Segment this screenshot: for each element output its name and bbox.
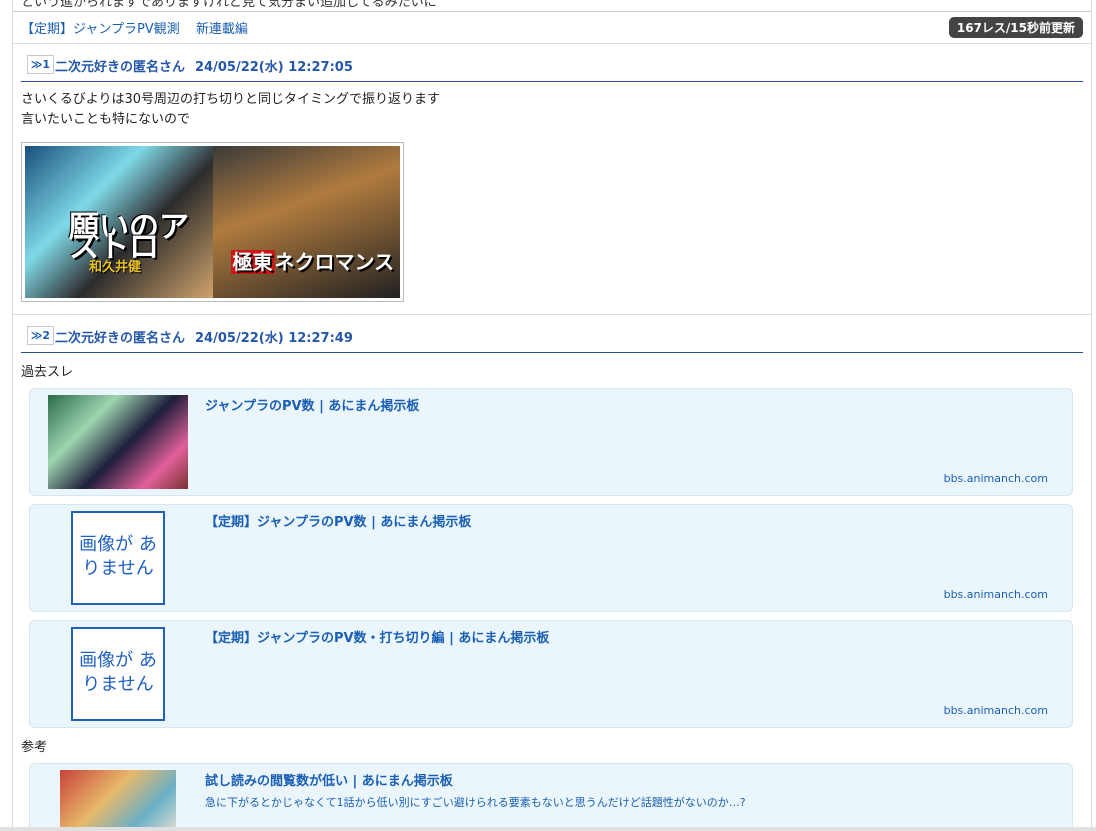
- post-attached-image[interactable]: 願いのアストロ 和久井健 極東 ネクロマンス: [21, 142, 404, 302]
- reply-count-badge: 167レス/15秒前更新: [948, 17, 1083, 38]
- post-header: ≫1 二次元好きの匿名さん 24/05/22(水) 12:27:05: [21, 44, 1083, 82]
- post-header: ≫2 二次元好きの匿名さん 24/05/22(水) 12:27:49: [21, 315, 1083, 353]
- post-author: 二次元好きの匿名さん: [55, 60, 186, 75]
- section-label-past-threads: 過去スレ: [21, 365, 74, 380]
- link-card-title[interactable]: 【定期】ジャンプラのPV数・打ち切り編 | あにまん掲示板: [205, 627, 549, 646]
- link-card-thumbnail: [48, 770, 188, 831]
- nav-links: 【定期】ジャンプラPV観測 新連載編: [21, 18, 260, 37]
- post-line: さいくるびよりは30号周辺の打ち切りと同じタイミングで振り返ります: [21, 92, 441, 107]
- link-card-domain: bbs.animanch.com: [943, 704, 1048, 717]
- manga-title-left: 願いのアストロ: [69, 210, 189, 265]
- nav-link-thread-title[interactable]: 【定期】ジャンプラPV観測: [21, 22, 180, 37]
- post-meta: 二次元好きの匿名さん 24/05/22(水) 12:27:05: [55, 56, 353, 75]
- post-2: ≫2 二次元好きの匿名さん 24/05/22(水) 12:27:49 過去スレ ジ…: [13, 315, 1091, 831]
- top-strip: という進かられますでありますけれど見て気分まい追加してるみたいに: [13, 0, 1091, 12]
- post-number-button[interactable]: ≫1: [27, 55, 54, 74]
- section-label-reference: 参考: [21, 740, 48, 755]
- manga-title-right-main: ネクロマンス: [274, 250, 395, 274]
- horizontal-scrollbar[interactable]: [0, 827, 1096, 831]
- no-image-placeholder-icon: 画像が ありません: [71, 511, 165, 605]
- top-strip-text: という進かられますでありますけれど見て気分まい追加してるみたいに: [21, 0, 437, 10]
- link-card-domain: bbs.animanch.com: [943, 472, 1048, 485]
- nav-link-new-series[interactable]: 新連載編: [196, 22, 248, 37]
- manga-title-right-red: 極東: [230, 250, 275, 274]
- post-body: さいくるびよりは30号周辺の打ち切りと同じタイミングで振り返ります 言いたいこと…: [13, 82, 1091, 314]
- link-card-thumbnail: [48, 395, 188, 489]
- post-meta: 二次元好きの匿名さん 24/05/22(水) 12:27:49: [55, 327, 353, 346]
- thumbnail-image: [60, 770, 176, 831]
- post-date: 24/05/22(水) 12:27:05: [195, 60, 353, 75]
- no-image-placeholder-icon: 画像が ありません: [71, 627, 165, 721]
- thread-page: という進かられますでありますけれど見て気分まい追加してるみたいに 【定期】ジャン…: [12, 0, 1092, 831]
- link-card-title[interactable]: 【定期】ジャンプラのPV数 | あにまん掲示板: [205, 511, 471, 530]
- thumbnail-image: [48, 395, 188, 489]
- link-card-1[interactable]: ジャンプラのPV数 | あにまん掲示板 bbs.animanch.com: [29, 388, 1073, 496]
- link-card-title[interactable]: ジャンプラのPV数 | あにまん掲示板: [205, 395, 419, 414]
- post-1: ≫1 二次元好きの匿名さん 24/05/22(水) 12:27:05 さいくるびよ…: [13, 44, 1091, 315]
- manga-title-right: 極東 ネクロマンス: [230, 250, 395, 274]
- link-card-description: 急に下がるとかじゃなくて1話から低い別にすごい避けられる要素もないと思うんだけど…: [205, 796, 746, 809]
- post-author: 二次元好きの匿名さん: [55, 331, 186, 346]
- manga-panel-right: 極東 ネクロマンス: [212, 146, 400, 298]
- post-line: 言いたいことも特にないので: [21, 112, 191, 127]
- link-card-2[interactable]: 画像が ありません 【定期】ジャンプラのPV数 | あにまん掲示板 bbs.an…: [29, 504, 1073, 612]
- manga-author-left: 和久井健: [89, 260, 142, 275]
- link-card-3[interactable]: 画像が ありません 【定期】ジャンプラのPV数・打ち切り編 | あにまん掲示板 …: [29, 620, 1073, 728]
- link-card-reference[interactable]: 試し読みの閲覧数が低い | あにまん掲示板 急に下がるとかじゃなくて1話から低い…: [29, 763, 1073, 831]
- manga-banner-image: 願いのアストロ 和久井健 極東 ネクロマンス: [25, 146, 400, 298]
- post-number-button[interactable]: ≫2: [27, 326, 54, 345]
- link-card-domain: bbs.animanch.com: [943, 588, 1048, 601]
- post-date: 24/05/22(水) 12:27:49: [195, 331, 353, 346]
- thread-nav-bar: 【定期】ジャンプラPV観測 新連載編 167レス/15秒前更新: [13, 12, 1091, 44]
- link-card-title[interactable]: 試し読みの閲覧数が低い | あにまん掲示板: [205, 770, 453, 789]
- manga-panel-left: 願いのアストロ 和久井健: [25, 146, 213, 298]
